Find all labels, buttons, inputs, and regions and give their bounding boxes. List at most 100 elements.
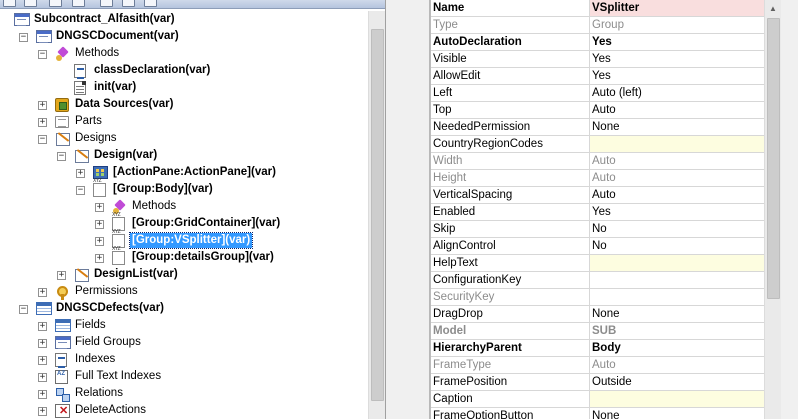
- tree-node-label[interactable]: Methods: [73, 46, 121, 61]
- tree-node-label[interactable]: Indexes: [73, 352, 117, 367]
- tree-node-label[interactable]: [Group:detailsGroup](var): [130, 250, 276, 265]
- property-value[interactable]: Group: [590, 17, 764, 33]
- tree-node[interactable]: − Design(var): [0, 147, 368, 164]
- toolbar-button-7[interactable]: [144, 0, 157, 7]
- property-value[interactable]: None: [590, 408, 764, 419]
- tree-node[interactable]: + DesignList(var): [0, 266, 368, 283]
- property-value[interactable]: [590, 289, 764, 305]
- tree-node[interactable]: + Fields: [0, 317, 368, 334]
- property-row[interactable]: AutoDeclaration Yes: [431, 34, 764, 51]
- tree-node[interactable]: − DNGSCDefects(var): [0, 300, 368, 317]
- property-value[interactable]: SUB: [590, 323, 764, 339]
- tree-node-label[interactable]: Field Groups: [73, 335, 143, 350]
- tree-node-label[interactable]: DNGSCDocument(var): [54, 29, 181, 44]
- property-value[interactable]: [590, 272, 764, 288]
- collapse-icon[interactable]: −: [38, 135, 47, 144]
- property-value[interactable]: [590, 255, 764, 271]
- tree-node[interactable]: + [Group:detailsGroup](var): [0, 246, 368, 266]
- expand-icon[interactable]: +: [95, 237, 104, 246]
- property-value[interactable]: [590, 391, 764, 407]
- tree-node[interactable]: − Designs: [0, 130, 368, 147]
- toolbar-button-5[interactable]: [100, 0, 113, 7]
- tree-node[interactable]: − Methods: [0, 45, 368, 62]
- tree-node[interactable]: + Permissions: [0, 283, 368, 300]
- expand-icon[interactable]: +: [95, 203, 104, 212]
- tree-node-label[interactable]: Permissions: [73, 284, 140, 299]
- tree-node[interactable]: + DeleteActions: [0, 402, 368, 419]
- splitter-gutter[interactable]: [386, 0, 430, 419]
- tree-node-label[interactable]: [Group:GridContainer](var): [130, 216, 282, 231]
- tree-node[interactable]: + [ActionPane:ActionPane](var): [0, 164, 368, 181]
- collapse-icon[interactable]: −: [57, 152, 66, 161]
- property-row[interactable]: Enabled Yes: [431, 204, 764, 221]
- property-row[interactable]: FrameType Auto: [431, 357, 764, 374]
- expand-icon[interactable]: +: [38, 322, 47, 331]
- tree-vertical-scrollbar[interactable]: [368, 11, 385, 419]
- tree-node[interactable]: + Indexes: [0, 351, 368, 368]
- property-value[interactable]: Auto: [590, 153, 764, 169]
- property-value[interactable]: Auto: [590, 102, 764, 118]
- property-row[interactable]: Model SUB: [431, 323, 764, 340]
- tree-node-label[interactable]: classDeclaration(var): [92, 63, 212, 78]
- property-scroll-thumb[interactable]: [767, 18, 780, 299]
- tree-node[interactable]: − [Group:Body](var): [0, 178, 368, 198]
- toolbar-button-1[interactable]: [3, 0, 16, 7]
- property-row[interactable]: DragDrop None: [431, 306, 764, 323]
- tree-node[interactable]: + [Group:VSplitter](var): [0, 229, 368, 249]
- tree-node[interactable]: + Methods: [0, 198, 368, 215]
- property-row[interactable]: AlignControl No: [431, 238, 764, 255]
- property-value[interactable]: Auto: [590, 357, 764, 373]
- property-value[interactable]: Body: [590, 340, 764, 356]
- property-value[interactable]: Auto: [590, 170, 764, 186]
- property-row[interactable]: Height Auto: [431, 170, 764, 187]
- tree-node-label[interactable]: DesignList(var): [92, 267, 180, 282]
- tree-node-label[interactable]: DNGSCDefects(var): [54, 301, 166, 316]
- property-value[interactable]: None: [590, 306, 764, 322]
- property-value[interactable]: Outside: [590, 374, 764, 390]
- expand-icon[interactable]: +: [38, 288, 47, 297]
- property-row[interactable]: Top Auto: [431, 102, 764, 119]
- property-row[interactable]: Type Group: [431, 17, 764, 34]
- property-row[interactable]: Visible Yes: [431, 51, 764, 68]
- property-value[interactable]: [590, 136, 764, 152]
- expand-icon[interactable]: +: [95, 254, 104, 263]
- property-row[interactable]: Name VSplitter: [431, 0, 764, 17]
- expand-icon[interactable]: +: [38, 101, 47, 110]
- property-value[interactable]: No: [590, 238, 764, 254]
- tree-node[interactable]: + Relations: [0, 385, 368, 402]
- property-row[interactable]: VerticalSpacing Auto: [431, 187, 764, 204]
- tree-node-label[interactable]: [ActionPane:ActionPane](var): [111, 165, 278, 180]
- expand-icon[interactable]: +: [38, 373, 47, 382]
- property-row[interactable]: Left Auto (left): [431, 85, 764, 102]
- property-row[interactable]: ConfigurationKey: [431, 272, 764, 289]
- tree-node[interactable]: + Data Sources(var): [0, 96, 368, 113]
- property-row[interactable]: CountryRegionCodes: [431, 136, 764, 153]
- tree-node-label[interactable]: Methods: [130, 199, 178, 214]
- collapse-icon[interactable]: −: [76, 186, 85, 195]
- tree-node-label[interactable]: Parts: [73, 114, 104, 129]
- tree-node-label[interactable]: Designs: [73, 131, 119, 146]
- expand-icon[interactable]: +: [38, 356, 47, 365]
- tree-node-label[interactable]: Relations: [73, 386, 125, 401]
- property-value[interactable]: VSplitter: [590, 0, 764, 16]
- tree-node-label[interactable]: Fields: [73, 318, 108, 333]
- tree-node-label[interactable]: Data Sources(var): [73, 97, 175, 112]
- property-row[interactable]: Skip No: [431, 221, 764, 238]
- toolbar-button-3[interactable]: [49, 0, 62, 7]
- tree-node[interactable]: init(var): [0, 79, 368, 96]
- property-value[interactable]: None: [590, 119, 764, 135]
- tree-node-label[interactable]: Subcontract_Alfasith(var): [32, 12, 177, 27]
- tree-node-label[interactable]: init(var): [92, 80, 138, 95]
- tree-node-label[interactable]: DeleteActions: [73, 403, 148, 418]
- toolbar-button-6[interactable]: [122, 0, 135, 7]
- toolbar-button-4[interactable]: [72, 0, 85, 7]
- collapse-icon[interactable]: −: [19, 33, 28, 42]
- property-row[interactable]: FramePosition Outside: [431, 374, 764, 391]
- property-value[interactable]: Yes: [590, 204, 764, 220]
- property-row[interactable]: AllowEdit Yes: [431, 68, 764, 85]
- expand-icon[interactable]: +: [76, 169, 85, 178]
- collapse-icon[interactable]: −: [38, 50, 47, 59]
- property-value[interactable]: No: [590, 221, 764, 237]
- tree-node[interactable]: + Parts: [0, 113, 368, 130]
- property-value[interactable]: Yes: [590, 51, 764, 67]
